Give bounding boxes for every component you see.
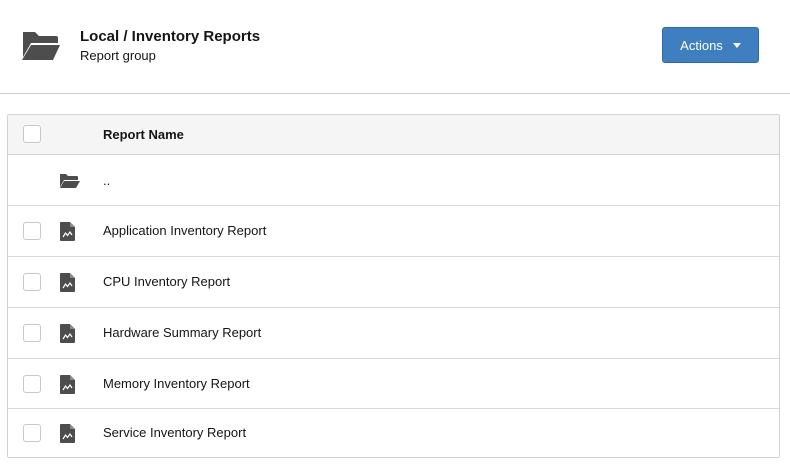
table-row[interactable]: Hardware Summary Report [8, 308, 779, 359]
page-title: Local / Inventory Reports [80, 28, 261, 45]
folder-open-icon [20, 30, 62, 62]
report-document-icon [60, 375, 75, 399]
table-row[interactable]: Memory Inventory Report [8, 359, 779, 409]
report-link[interactable]: Memory Inventory Report [103, 376, 250, 391]
parent-folder-link[interactable]: .. [103, 173, 110, 188]
report-link[interactable]: CPU Inventory Report [103, 274, 230, 289]
parent-folder-row[interactable]: .. [8, 155, 779, 206]
row-checkbox[interactable] [23, 273, 41, 291]
table-row[interactable]: Service Inventory Report [8, 409, 779, 457]
actions-dropdown-button[interactable]: Actions [662, 27, 759, 63]
report-link[interactable]: Service Inventory Report [103, 425, 246, 440]
table-row[interactable]: Application Inventory Report [8, 206, 779, 257]
caret-down-icon [732, 42, 741, 48]
table-row[interactable]: CPU Inventory Report [8, 257, 779, 308]
report-link[interactable]: Hardware Summary Report [103, 325, 261, 340]
column-header-report-name[interactable]: Report Name [103, 127, 184, 142]
row-checkbox[interactable] [23, 424, 41, 442]
row-checkbox[interactable] [23, 324, 41, 342]
page-header: Local / Inventory Reports Report group A… [0, 0, 790, 94]
report-document-icon [60, 424, 75, 448]
select-all-checkbox[interactable] [23, 125, 41, 143]
reports-table: Report Name .. Application Inventory Rep… [7, 114, 780, 458]
report-link[interactable]: Application Inventory Report [103, 223, 266, 238]
report-document-icon [60, 273, 75, 297]
page-subtitle: Report group [80, 48, 156, 63]
row-checkbox[interactable] [23, 222, 41, 240]
folder-open-icon [59, 173, 81, 194]
row-checkbox[interactable] [23, 375, 41, 393]
actions-label: Actions [680, 37, 723, 53]
table-header-row: Report Name [8, 115, 779, 155]
report-document-icon [60, 222, 75, 246]
report-document-icon [60, 324, 75, 348]
